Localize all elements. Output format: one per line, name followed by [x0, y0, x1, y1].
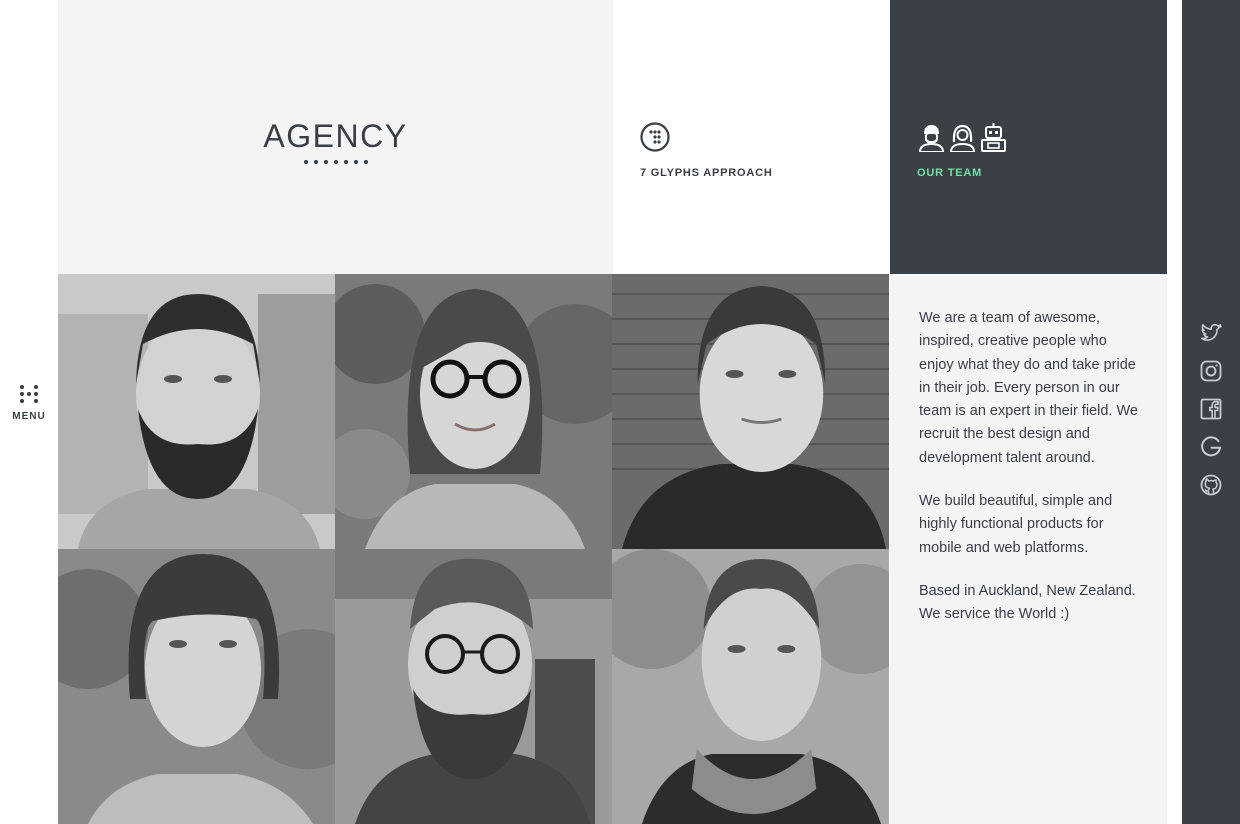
seven-dots-circle-icon: [640, 122, 670, 152]
instagram-icon[interactable]: [1199, 359, 1223, 383]
team-photo-woman-bangs: [58, 549, 335, 824]
twitter-icon[interactable]: [1199, 321, 1223, 345]
agency-title: AGENCY: [263, 118, 408, 154]
about-paragraph-3: Based in Auckland, New Zealand. We servi…: [919, 582, 1136, 623]
seven-dots-decoration: [58, 160, 613, 164]
about-paragraph-1: We are a team of awesome, inspired, crea…: [919, 310, 1138, 466]
glyphs-approach-label: 7 GLYPHS APPROACH: [640, 167, 773, 179]
facebook-icon[interactable]: [1199, 397, 1223, 421]
bearded-person-icon: [918, 125, 945, 152]
glyphs-approach-tile[interactable]: 7 GLYPHS APPROACH: [613, 0, 890, 274]
team-photo-bearded-man: [58, 274, 335, 549]
menu-button[interactable]: MENU: [0, 385, 58, 422]
about-paragraph-2: We build beautiful, simple and highly fu…: [919, 493, 1113, 556]
menu-label: MENU: [12, 411, 46, 422]
team-photo-young-man: [612, 274, 889, 549]
social-sidebar: [1182, 0, 1240, 824]
our-team-tile[interactable]: OUR TEAM: [890, 0, 1167, 274]
team-photo-man-scarf: [612, 549, 889, 824]
agency-tile: AGENCY: [58, 0, 613, 274]
github-icon[interactable]: [1199, 473, 1223, 497]
team-photo-woman-glasses: [335, 274, 612, 549]
robot-icon: [981, 123, 1006, 152]
grid-dots-icon: [20, 385, 38, 403]
team-photo-man-glasses-beard: [335, 549, 612, 824]
about-panel: We are a team of awesome, inspired, crea…: [890, 274, 1167, 824]
woman-icon: [949, 124, 976, 152]
our-team-label: OUR TEAM: [917, 167, 983, 179]
google-icon[interactable]: [1199, 435, 1223, 459]
